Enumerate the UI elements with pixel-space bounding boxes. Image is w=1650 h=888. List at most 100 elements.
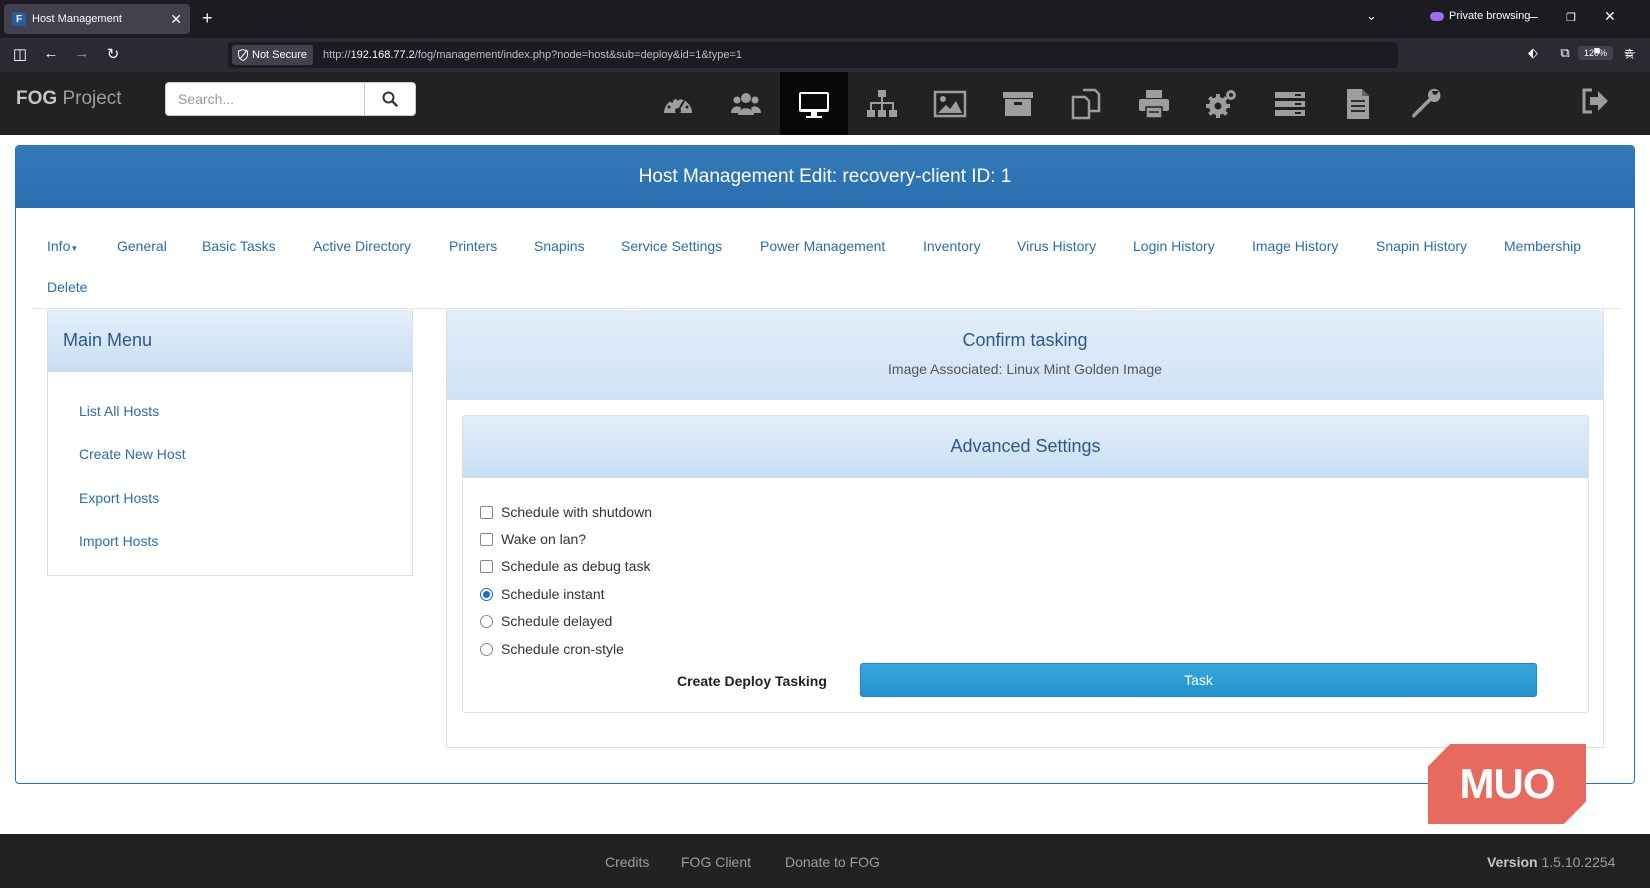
- browser-tab[interactable]: F Host Management ✕: [4, 4, 190, 34]
- footer-donate-link[interactable]: Donate to FOG: [785, 854, 880, 870]
- footer-credits-link[interactable]: Credits: [605, 854, 649, 870]
- version-info: Version 1.5.10.2254: [1487, 854, 1616, 870]
- shield-icon: [238, 49, 248, 61]
- tab-membership[interactable]: Membership: [1504, 238, 1581, 254]
- extensions-icon[interactable]: ⧉: [1555, 45, 1575, 61]
- tab-active-directory[interactable]: Active Directory: [313, 238, 411, 254]
- caret-down-icon: ▼: [70, 244, 79, 253]
- close-tab-icon[interactable]: ✕: [170, 11, 182, 28]
- dashboard-icon[interactable]: [644, 72, 712, 135]
- back-icon[interactable]: ←: [41, 45, 61, 62]
- checkbox[interactable]: [480, 505, 493, 519]
- tab-power-management[interactable]: Power Management: [760, 238, 885, 254]
- option-schedule-delayed[interactable]: Schedule delayed: [480, 613, 612, 629]
- menu-list-all-hosts[interactable]: List All Hosts: [79, 403, 159, 419]
- main-nav: [644, 72, 1460, 135]
- main-menu: Main Menu List All Hosts Create New Host…: [47, 310, 413, 576]
- storage-icon[interactable]: [984, 72, 1052, 135]
- tasks-icon[interactable]: [1256, 72, 1324, 135]
- host-subnav: Info▼ General Basic Tasks Active Directo…: [16, 208, 1634, 308]
- checkbox[interactable]: [480, 532, 493, 546]
- option-label: Schedule with shutdown: [501, 504, 652, 520]
- watermark-logo: MUO: [1428, 744, 1586, 824]
- tab-virus-history[interactable]: Virus History: [1017, 238, 1096, 254]
- option-schedule-with-shutdown[interactable]: Schedule with shutdown: [480, 504, 652, 520]
- option-wake-on-lan[interactable]: Wake on lan?: [480, 531, 586, 547]
- host-management-panel: Host Management Edit: recovery-client ID…: [15, 145, 1635, 784]
- task-button[interactable]: Task: [860, 663, 1537, 697]
- option-label: Schedule instant: [501, 586, 605, 602]
- tab-snapins[interactable]: Snapins: [534, 238, 585, 254]
- reports-icon[interactable]: [1324, 72, 1392, 135]
- image-associated: Image Associated: Linux Mint Golden Imag…: [888, 361, 1162, 377]
- confirm-tasking-title: Confirm tasking: [962, 330, 1088, 350]
- minimize-icon[interactable]: –: [1530, 8, 1538, 24]
- option-schedule-instant[interactable]: Schedule instant: [480, 586, 605, 602]
- tab-info[interactable]: Info▼: [47, 238, 78, 254]
- footer: Credits FOG Client Donate to FOG Version…: [0, 834, 1650, 888]
- window-close-icon[interactable]: ✕: [1604, 8, 1616, 25]
- tab-title: Host Management: [32, 13, 122, 25]
- advanced-settings: Advanced Settings Schedule with shutdown…: [462, 415, 1589, 713]
- radio[interactable]: [480, 614, 493, 628]
- option-schedule-debug[interactable]: Schedule as debug task: [480, 558, 650, 574]
- sidebar-toggle-icon[interactable]: ◫: [10, 45, 30, 63]
- snapins-icon[interactable]: [1052, 72, 1120, 135]
- brand-logo[interactable]: FOG Project: [16, 88, 122, 110]
- private-browsing-indicator: Private browsing: [1430, 10, 1530, 22]
- search-button[interactable]: [364, 82, 416, 116]
- deploy-content: Confirm tasking Image Associated: Linux …: [446, 310, 1604, 748]
- app-menu-icon[interactable]: ≡: [1619, 45, 1639, 62]
- tab-delete[interactable]: Delete: [47, 279, 87, 295]
- restore-icon[interactable]: ❐: [1566, 11, 1576, 24]
- logout-icon[interactable]: [1580, 86, 1610, 121]
- hosts-icon[interactable]: [780, 72, 848, 135]
- menu-import-hosts[interactable]: Import Hosts: [79, 533, 158, 549]
- fog-header: FOG Project: [0, 72, 1650, 135]
- option-schedule-cron[interactable]: Schedule cron-style: [480, 641, 624, 657]
- checkbox[interactable]: [480, 559, 493, 573]
- firefox-view-icon[interactable]: ⬖: [1523, 45, 1543, 61]
- subnav-divider: [32, 308, 1622, 309]
- groups-icon[interactable]: [848, 72, 916, 135]
- private-browsing-label: Private browsing: [1449, 10, 1531, 22]
- services-icon[interactable]: [1188, 72, 1256, 135]
- menu-export-hosts[interactable]: Export Hosts: [79, 490, 159, 506]
- tab-printers[interactable]: Printers: [449, 238, 497, 254]
- private-mask-icon: [1430, 11, 1444, 21]
- confirm-tasking-header: Confirm tasking Image Associated: Linux …: [447, 310, 1603, 400]
- tab-service-settings[interactable]: Service Settings: [621, 238, 722, 254]
- browser-nav-bar: ◫ ← → ↻ Not Secure http://192.168.77.2/f…: [0, 38, 1650, 72]
- url-text[interactable]: http://192.168.77.2/fog/management/index…: [323, 49, 742, 61]
- footer-fog-client-link[interactable]: FOG Client: [681, 854, 751, 870]
- account-icon[interactable]: ■: [1587, 45, 1607, 57]
- tab-login-history[interactable]: Login History: [1133, 238, 1215, 254]
- tab-image-history[interactable]: Image History: [1252, 238, 1338, 254]
- tab-general[interactable]: General: [117, 238, 167, 254]
- radio-selected[interactable]: [480, 587, 493, 601]
- browser-tab-bar: F Host Management ✕ + ⌄ Private browsing…: [0, 0, 1650, 38]
- create-deploy-tasking-label: Create Deploy Tasking: [677, 673, 827, 689]
- option-label: Schedule cron-style: [501, 641, 624, 657]
- page-title: Host Management Edit: recovery-client ID…: [16, 146, 1634, 208]
- tab-basic-tasks[interactable]: Basic Tasks: [202, 238, 276, 254]
- search-icon: [382, 91, 398, 107]
- search-input[interactable]: [165, 82, 365, 116]
- users-icon[interactable]: [712, 72, 780, 135]
- forward-icon[interactable]: →: [72, 45, 92, 62]
- tab-inventory[interactable]: Inventory: [923, 238, 981, 254]
- radio[interactable]: [480, 642, 493, 656]
- tab-snapin-history[interactable]: Snapin History: [1376, 238, 1467, 254]
- favicon-icon: F: [12, 12, 26, 26]
- menu-create-new-host[interactable]: Create New Host: [79, 446, 186, 462]
- reload-icon[interactable]: ↻: [103, 45, 123, 63]
- printers-icon[interactable]: [1120, 72, 1188, 135]
- list-tabs-icon[interactable]: ⌄: [1366, 8, 1377, 24]
- not-secure-badge[interactable]: Not Secure: [232, 45, 314, 65]
- address-bar[interactable]: Not Secure http://192.168.77.2/fog/manag…: [228, 42, 1636, 68]
- images-icon[interactable]: [916, 72, 984, 135]
- new-tab-icon[interactable]: +: [202, 8, 213, 29]
- settings-icon[interactable]: [1392, 72, 1460, 135]
- option-label: Wake on lan?: [501, 531, 587, 547]
- not-secure-label: Not Secure: [252, 49, 308, 61]
